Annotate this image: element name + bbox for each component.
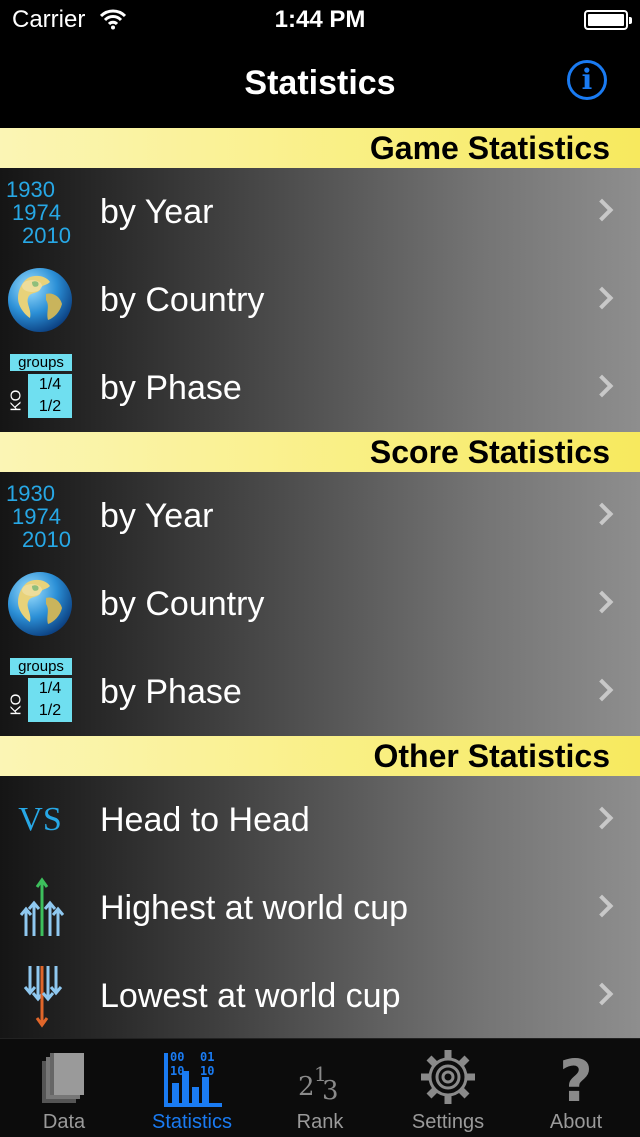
row-label: by Country — [100, 281, 265, 319]
list-item-highest[interactable]: Highest at world cup — [0, 864, 640, 952]
question-glyph: ? — [559, 1047, 593, 1107]
phase-icon-ko: KO — [7, 693, 25, 716]
tab-bar: Data 00 01 10 10 Statistics 2 1 3 Rank S… — [0, 1038, 640, 1137]
status-bar: Carrier 1:44 PM — [0, 0, 640, 40]
statistics-list: Game Statistics 1930 1974 2010 by Year b… — [0, 128, 640, 1038]
list-item-score-by-country[interactable]: by Country — [0, 560, 640, 648]
row-label: by Phase — [100, 369, 242, 407]
year-icon: 1930 1974 2010 — [6, 481, 74, 552]
chevron-right-icon — [590, 894, 614, 918]
row-label: Lowest at world cup — [100, 977, 401, 1015]
tab-rank[interactable]: 2 1 3 Rank — [256, 1039, 384, 1137]
chevron-right-icon — [590, 502, 614, 526]
page-title: Statistics — [244, 64, 396, 102]
list-item-score-by-year[interactable]: 1930 1974 2010 by Year — [0, 472, 640, 560]
tab-label: Rank — [296, 1111, 344, 1133]
chevron-right-icon — [590, 286, 614, 310]
phase-icon-groups: groups — [10, 658, 72, 675]
section-header-game: Game Statistics — [0, 128, 640, 168]
chevron-right-icon — [590, 198, 614, 222]
phase-icon-half: 1/2 — [38, 702, 62, 719]
phase-icon-quarter: 1/4 — [38, 680, 62, 697]
binary-text: 10 — [170, 1064, 184, 1078]
tab-settings[interactable]: Settings — [384, 1039, 512, 1137]
year-icon: 1930 1974 2010 — [6, 177, 74, 248]
navigation-bar: Statistics i — [0, 40, 640, 128]
row-label: Head to Head — [100, 801, 310, 839]
tab-about[interactable]: ? About — [512, 1039, 640, 1137]
year-icon-text: 2010 — [22, 223, 71, 248]
phase-icon: groups 1/4 1/2 KO — [6, 658, 74, 726]
row-label: by Country — [100, 585, 265, 623]
chevron-right-icon — [590, 374, 614, 398]
list-item-score-by-phase[interactable]: groups 1/4 1/2 KO by Phase — [0, 648, 640, 736]
phase-icon-ko: KO — [7, 389, 25, 412]
phase-icon-quarter: 1/4 — [38, 376, 62, 393]
arrows-down-icon — [23, 966, 63, 1028]
globe-icon — [8, 268, 72, 332]
row-label: by Year — [100, 497, 214, 535]
chevron-right-icon — [590, 678, 614, 702]
year-icon-text: 1930 — [6, 481, 55, 506]
tab-label: Data — [42, 1111, 86, 1133]
tab-label: Statistics — [151, 1111, 233, 1133]
phase-icon-half: 1/2 — [38, 398, 62, 415]
vs-icon: VS — [18, 801, 62, 838]
binary-text: 00 — [170, 1050, 184, 1064]
row-label: by Phase — [100, 673, 242, 711]
tab-label: Settings — [411, 1111, 485, 1133]
arrows-up-icon — [19, 877, 65, 936]
globe-icon — [8, 572, 72, 636]
chevron-right-icon — [590, 590, 614, 614]
rank-glyph: 3 — [322, 1076, 339, 1106]
year-icon-text: 2010 — [22, 527, 71, 552]
binary-text: 10 — [200, 1064, 214, 1078]
tab-label: About — [549, 1111, 603, 1133]
list-item-game-by-year[interactable]: 1930 1974 2010 by Year — [0, 168, 640, 256]
phase-icon-fractions: 1/4 1/2 — [28, 678, 72, 722]
rank-icon: 2 1 3 — [298, 1062, 339, 1106]
info-icon: i — [581, 63, 593, 96]
gear-icon — [421, 1050, 475, 1104]
row-label: by Year — [100, 193, 214, 231]
list-item-head-to-head[interactable]: VS Head to Head — [0, 776, 640, 864]
tab-statistics[interactable]: 00 01 10 10 Statistics — [128, 1039, 256, 1137]
list-item-game-by-country[interactable]: by Country — [0, 256, 640, 344]
clock: 1:44 PM — [274, 6, 366, 33]
list-item-lowest[interactable]: Lowest at world cup — [0, 952, 640, 1038]
question-icon: ? — [559, 1047, 593, 1107]
rank-glyph: 2 — [298, 1072, 315, 1102]
info-button[interactable]: i — [567, 60, 607, 100]
section-header-score: Score Statistics — [0, 432, 640, 472]
chevron-right-icon — [590, 806, 614, 830]
list-item-game-by-phase[interactable]: groups 1/4 1/2 KO by Phase — [0, 344, 640, 432]
binary-text: 01 — [200, 1050, 214, 1064]
phase-icon: groups 1/4 1/2 KO — [6, 354, 74, 422]
chevron-right-icon — [590, 982, 614, 1006]
phase-icon-groups: groups — [10, 354, 72, 371]
bar-chart-icon: 00 01 10 10 — [164, 1050, 222, 1107]
year-icon-text: 1974 — [12, 504, 61, 529]
row-label: Highest at world cup — [100, 889, 409, 927]
book-icon — [42, 1053, 84, 1103]
year-icon-text: 1930 — [6, 177, 55, 202]
phase-icon-fractions: 1/4 1/2 — [28, 374, 72, 418]
battery-icon — [584, 10, 632, 30]
tab-data[interactable]: Data — [0, 1039, 128, 1137]
section-header-other: Other Statistics — [0, 736, 640, 776]
year-icon-text: 1974 — [12, 200, 61, 225]
